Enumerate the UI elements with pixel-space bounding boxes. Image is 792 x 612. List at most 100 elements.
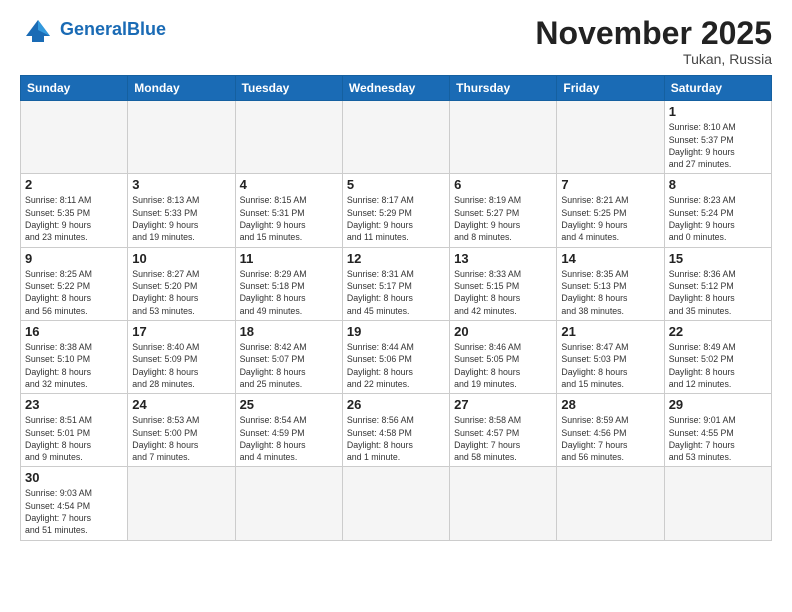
calendar-cell	[450, 101, 557, 174]
day-number: 26	[347, 397, 445, 412]
calendar-week-row: 30 Sunrise: 9:03 AMSunset: 4:54 PMDayligh…	[21, 467, 772, 540]
day-info: Sunrise: 8:15 AMSunset: 5:31 PMDaylight:…	[240, 194, 338, 243]
calendar-header-row: SundayMondayTuesdayWednesdayThursdayFrid…	[21, 76, 772, 101]
day-number: 29	[669, 397, 767, 412]
day-number: 3	[132, 177, 230, 192]
calendar-cell: 28 Sunrise: 8:59 AMSunset: 4:56 PMDayligh…	[557, 394, 664, 467]
calendar-week-row: 23Sunrise: 8:51 AMSunset: 5:01 PMDayligh…	[21, 394, 772, 467]
day-number: 23	[25, 397, 123, 412]
day-number: 28	[561, 397, 659, 412]
day-number: 15	[669, 251, 767, 266]
calendar-cell: 9 Sunrise: 8:25 AMSunset: 5:22 PMDaylight…	[21, 247, 128, 320]
day-number: 25	[240, 397, 338, 412]
calendar-week-row: 16 Sunrise: 8:38 AMSunset: 5:10 PMDayligh…	[21, 320, 772, 393]
day-number: 17	[132, 324, 230, 339]
day-number: 5	[347, 177, 445, 192]
day-info: Sunrise: 8:49 AMSunset: 5:02 PMDaylight:…	[669, 341, 767, 390]
day-info: Sunrise: 8:21 AMSunset: 5:25 PMDaylight:…	[561, 194, 659, 243]
logo-text: GeneralBlue	[60, 19, 166, 39]
calendar-cell: 13 Sunrise: 8:33 AMSunset: 5:15 PMDayligh…	[450, 247, 557, 320]
day-number: 8	[669, 177, 767, 192]
day-number: 14	[561, 251, 659, 266]
logo: GeneralBlue	[20, 16, 166, 44]
calendar-cell	[128, 101, 235, 174]
calendar-cell: 19 Sunrise: 8:44 AMSunset: 5:06 PMDayligh…	[342, 320, 449, 393]
calendar-cell	[557, 101, 664, 174]
day-number: 20	[454, 324, 552, 339]
day-info: Sunrise: 8:36 AMSunset: 5:12 PMDaylight:…	[669, 268, 767, 317]
day-info: Sunrise: 8:54 AMSunset: 4:59 PMDaylight:…	[240, 414, 338, 463]
calendar-cell	[235, 467, 342, 540]
day-number: 16	[25, 324, 123, 339]
day-info: Sunrise: 8:56 AMSunset: 4:58 PMDaylight:…	[347, 414, 445, 463]
calendar-cell: 25 Sunrise: 8:54 AMSunset: 4:59 PMDayligh…	[235, 394, 342, 467]
page: GeneralBlue November 2025 Tukan, Russia …	[0, 0, 792, 551]
location-subtitle: Tukan, Russia	[535, 51, 772, 67]
day-number: 11	[240, 251, 338, 266]
day-info: Sunrise: 8:25 AMSunset: 5:22 PMDaylight:…	[25, 268, 123, 317]
weekday-header-thursday: Thursday	[450, 76, 557, 101]
calendar-cell: 6Sunrise: 8:19 AMSunset: 5:27 PMDaylight…	[450, 174, 557, 247]
calendar-cell: 14 Sunrise: 8:35 AMSunset: 5:13 PMDayligh…	[557, 247, 664, 320]
calendar-cell: 18 Sunrise: 8:42 AMSunset: 5:07 PMDayligh…	[235, 320, 342, 393]
day-info: Sunrise: 8:42 AMSunset: 5:07 PMDaylight:…	[240, 341, 338, 390]
day-number: 10	[132, 251, 230, 266]
day-info: Sunrise: 8:58 AMSunset: 4:57 PMDaylight:…	[454, 414, 552, 463]
day-info: Sunrise: 8:53 AMSunset: 5:00 PMDaylight:…	[132, 414, 230, 463]
day-number: 22	[669, 324, 767, 339]
calendar-cell: 23Sunrise: 8:51 AMSunset: 5:01 PMDayligh…	[21, 394, 128, 467]
day-number: 4	[240, 177, 338, 192]
calendar-cell: 7Sunrise: 8:21 AMSunset: 5:25 PMDaylight…	[557, 174, 664, 247]
calendar-cell: 29Sunrise: 9:01 AMSunset: 4:55 PMDayligh…	[664, 394, 771, 467]
day-number: 1	[669, 104, 767, 119]
calendar-cell: 27 Sunrise: 8:58 AMSunset: 4:57 PMDayligh…	[450, 394, 557, 467]
calendar-cell: 3Sunrise: 8:13 AMSunset: 5:33 PMDaylight…	[128, 174, 235, 247]
month-title: November 2025	[535, 16, 772, 51]
weekday-header-monday: Monday	[128, 76, 235, 101]
calendar-cell	[664, 467, 771, 540]
calendar-week-row: 2Sunrise: 8:11 AMSunset: 5:35 PMDaylight…	[21, 174, 772, 247]
calendar-cell: 8 Sunrise: 8:23 AMSunset: 5:24 PMDaylight…	[664, 174, 771, 247]
day-info: Sunrise: 8:59 AMSunset: 4:56 PMDaylight:…	[561, 414, 659, 463]
day-number: 19	[347, 324, 445, 339]
day-info: Sunrise: 8:46 AMSunset: 5:05 PMDaylight:…	[454, 341, 552, 390]
calendar-cell: 24 Sunrise: 8:53 AMSunset: 5:00 PMDayligh…	[128, 394, 235, 467]
calendar-week-row: 9 Sunrise: 8:25 AMSunset: 5:22 PMDaylight…	[21, 247, 772, 320]
day-number: 12	[347, 251, 445, 266]
calendar-cell	[557, 467, 664, 540]
calendar-cell: 16 Sunrise: 8:38 AMSunset: 5:10 PMDayligh…	[21, 320, 128, 393]
day-number: 24	[132, 397, 230, 412]
calendar-cell: 17Sunrise: 8:40 AMSunset: 5:09 PMDayligh…	[128, 320, 235, 393]
calendar-cell: 22 Sunrise: 8:49 AMSunset: 5:02 PMDayligh…	[664, 320, 771, 393]
calendar-cell: 26 Sunrise: 8:56 AMSunset: 4:58 PMDayligh…	[342, 394, 449, 467]
calendar-cell	[128, 467, 235, 540]
calendar-cell: 15 Sunrise: 8:36 AMSunset: 5:12 PMDayligh…	[664, 247, 771, 320]
calendar-cell	[21, 101, 128, 174]
weekday-header-saturday: Saturday	[664, 76, 771, 101]
weekday-header-sunday: Sunday	[21, 76, 128, 101]
day-info: Sunrise: 8:33 AMSunset: 5:15 PMDaylight:…	[454, 268, 552, 317]
day-info: Sunrise: 8:29 AMSunset: 5:18 PMDaylight:…	[240, 268, 338, 317]
calendar-week-row: 1 Sunrise: 8:10 AMSunset: 5:37 PMDaylight…	[21, 101, 772, 174]
day-info: Sunrise: 8:10 AMSunset: 5:37 PMDaylight:…	[669, 121, 767, 170]
title-block: November 2025 Tukan, Russia	[535, 16, 772, 67]
day-info: Sunrise: 8:35 AMSunset: 5:13 PMDaylight:…	[561, 268, 659, 317]
day-number: 6	[454, 177, 552, 192]
day-number: 9	[25, 251, 123, 266]
day-number: 30	[25, 470, 123, 485]
day-number: 18	[240, 324, 338, 339]
day-info: Sunrise: 8:44 AMSunset: 5:06 PMDaylight:…	[347, 341, 445, 390]
weekday-header-friday: Friday	[557, 76, 664, 101]
calendar-cell: 2Sunrise: 8:11 AMSunset: 5:35 PMDaylight…	[21, 174, 128, 247]
day-number: 21	[561, 324, 659, 339]
day-info: Sunrise: 8:31 AMSunset: 5:17 PMDaylight:…	[347, 268, 445, 317]
day-info: Sunrise: 8:38 AMSunset: 5:10 PMDaylight:…	[25, 341, 123, 390]
day-number: 27	[454, 397, 552, 412]
day-info: Sunrise: 8:11 AMSunset: 5:35 PMDaylight:…	[25, 194, 123, 243]
day-number: 13	[454, 251, 552, 266]
logo-icon	[20, 16, 56, 44]
day-info: Sunrise: 8:23 AMSunset: 5:24 PMDaylight:…	[669, 194, 767, 243]
weekday-header-tuesday: Tuesday	[235, 76, 342, 101]
calendar-cell	[342, 101, 449, 174]
day-info: Sunrise: 9:03 AMSunset: 4:54 PMDaylight:…	[25, 487, 123, 536]
